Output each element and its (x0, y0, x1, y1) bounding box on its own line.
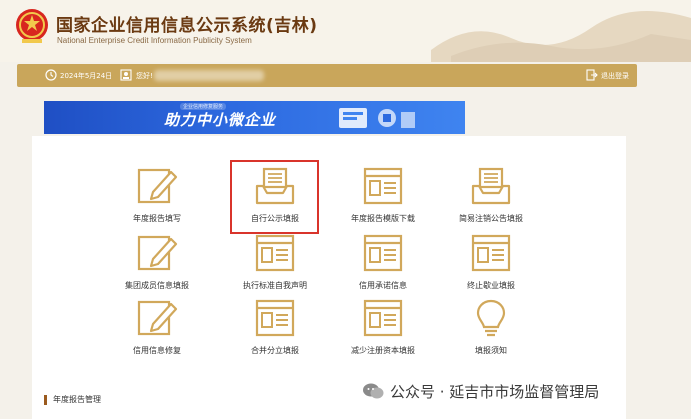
highlight-frame (230, 160, 319, 234)
tile-label: 填报须知 (475, 346, 507, 355)
tile-standard-declaration[interactable]: 执行标准自我声明 (226, 233, 324, 303)
tile-label: 简易注销公告填报 (459, 214, 523, 223)
pencil-icon (137, 168, 178, 204)
current-date: 2024年5月24日 (60, 72, 113, 80)
promo-banner[interactable]: 企业信用修复服务 助力中小微企业 (44, 101, 465, 134)
tile-template-download[interactable]: 年度报告模版下载 (334, 166, 432, 236)
tile-business-suspension[interactable]: 终止歇业填报 (442, 233, 540, 303)
tray-icon (471, 167, 511, 205)
form-icon (363, 234, 403, 272)
tile-label: 终止歇业填报 (467, 281, 515, 290)
pencil-icon (137, 300, 178, 336)
tile-annual-report[interactable]: 年度报告填写 (108, 166, 206, 236)
section-title: 年度报告管理 (44, 395, 101, 405)
tile-capital-reduction[interactable]: 减少注册资本填报 (334, 298, 432, 368)
tile-label: 合并分立填报 (251, 346, 299, 355)
tile-simple-deregistration[interactable]: 简易注销公告填报 (442, 166, 540, 236)
tile-label: 信用信息修复 (133, 346, 181, 355)
tile-group-member[interactable]: 集团成员信息填报 (108, 233, 206, 303)
logout-link[interactable]: 退出登录 (601, 71, 629, 81)
clock-icon (45, 69, 57, 81)
logout-icon[interactable] (586, 69, 598, 81)
user-info-bar: 2024年5月24日 您好! 退出登录 (17, 64, 637, 87)
form-icon (363, 299, 403, 337)
tile-label: 年度报告模版下载 (351, 214, 415, 223)
bulb-icon (476, 299, 506, 337)
tile-credit-commitment[interactable]: 信用承诺信息 (334, 233, 432, 303)
tile-label: 集团成员信息填报 (125, 281, 189, 290)
great-wall-illustration (431, 10, 691, 62)
tile-label: 信用承诺信息 (359, 281, 407, 290)
site-subtitle: National Enterprise Credit Information P… (57, 36, 252, 45)
user-card-icon (120, 69, 132, 81)
blurred-username (154, 70, 264, 81)
form-icon (363, 167, 403, 205)
banner-illustration (339, 108, 415, 128)
wechat-logo-icon (363, 383, 384, 399)
tile-credit-repair[interactable]: 信用信息修复 (108, 298, 206, 368)
form-icon (471, 234, 511, 272)
tile-label: 执行标准自我声明 (243, 281, 307, 290)
tile-label: 减少注册资本填报 (351, 346, 415, 355)
national-emblem-icon (16, 9, 48, 43)
tile-label: 年度报告填写 (133, 214, 181, 223)
pencil-icon (137, 235, 178, 271)
tile-merger-division[interactable]: 合并分立填报 (226, 298, 324, 368)
greeting-text: 您好! (136, 72, 153, 80)
form-icon (255, 299, 295, 337)
tile-filing-notes[interactable]: 填报须知 (442, 298, 540, 368)
watermark-text: 公众号 · 延吉市市场监督管理局 (390, 383, 600, 401)
form-icon (255, 234, 295, 272)
banner-headline: 助力中小微企业 (164, 111, 277, 129)
site-header: 国家企业信用信息公示系统(吉林) National Enterprise Cre… (0, 0, 691, 62)
site-title: 国家企业信用信息公示系统(吉林) (56, 16, 318, 36)
